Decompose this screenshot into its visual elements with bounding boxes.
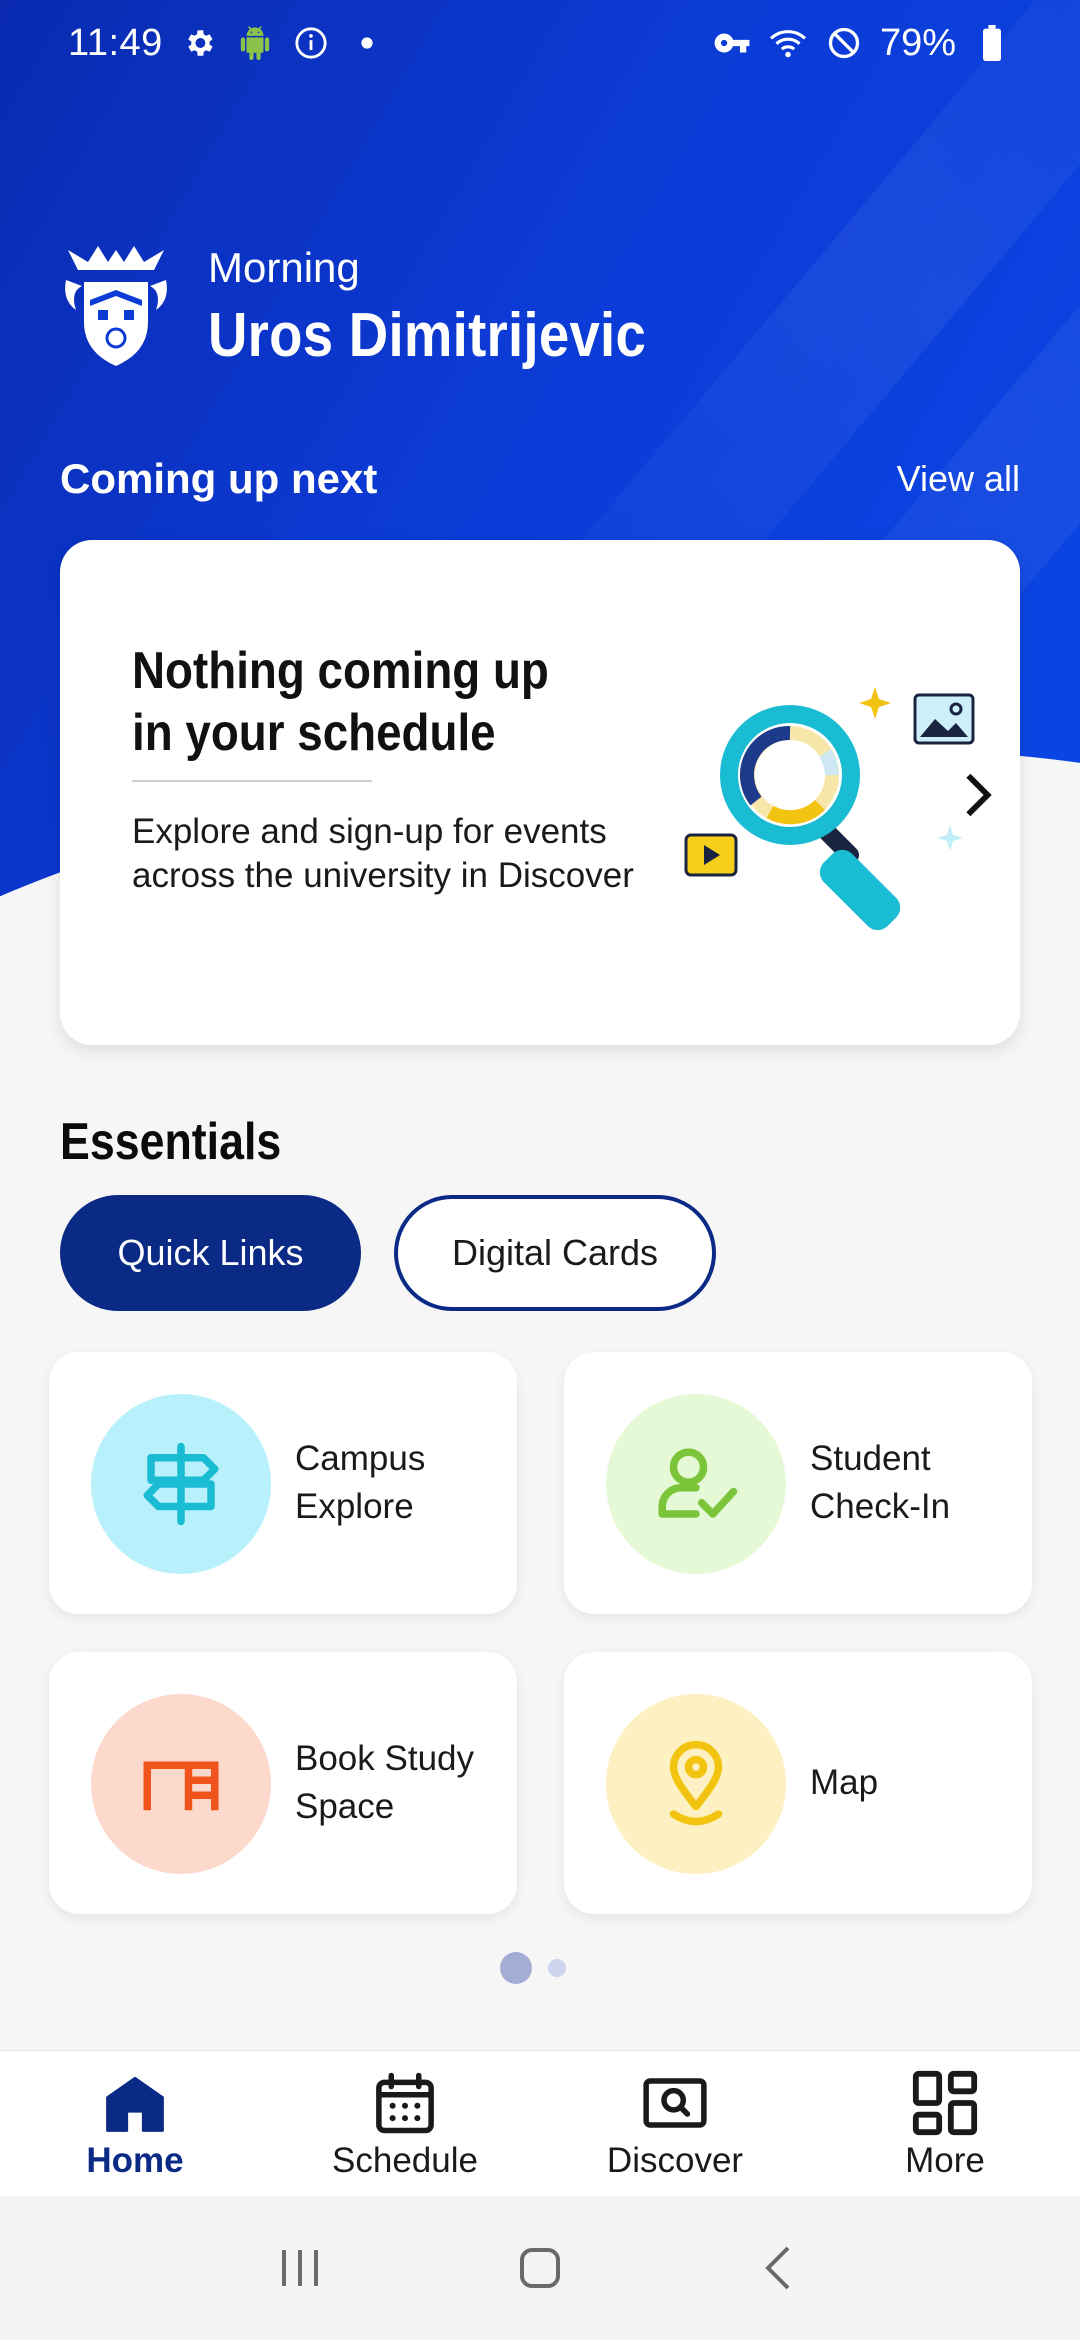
chip-quick-links[interactable]: Quick Links [60,1195,361,1311]
tile-student-check-in[interactable]: Student Check-In [564,1352,1032,1614]
page-dot[interactable] [548,1959,566,1977]
view-all-link[interactable]: View all [897,458,1020,500]
nav-label: Home [86,2141,184,2180]
recent-apps-button[interactable] [260,2228,340,2308]
chip-digital-cards[interactable]: Digital Cards [394,1195,716,1311]
coming-up-card[interactable]: Nothing coming up in your schedule Explo… [60,540,1020,1045]
page-dot-active [500,1952,532,1984]
user-check-icon [606,1394,786,1574]
card-title: Nothing coming up in your schedule [132,642,549,762]
coming-up-header: Coming up next View all [60,455,1020,503]
map-pin-icon [606,1694,786,1874]
university-crest-logo [58,240,174,370]
card-body: Explore and sign-up for events across th… [132,812,634,895]
back-button[interactable] [740,2228,820,2308]
do-not-disturb-icon [824,23,864,63]
tile-label: Campus Explore [295,1439,426,1526]
status-time: 11:49 [68,21,163,64]
greeting-text: Morning [208,244,360,291]
nav-more[interactable]: More [810,2051,1080,2196]
chevron-right-icon[interactable] [958,770,998,820]
info-icon [291,23,331,63]
tile-book-study-space[interactable]: Book Study Space [49,1652,517,1914]
status-bar: 11:49 79% [0,0,1080,86]
nav-home[interactable]: Home [0,2051,270,2196]
page-indicator [500,1952,566,1984]
grid-icon [909,2067,981,2139]
tile-label: Book Study Space [295,1739,474,1826]
battery-icon [972,23,1012,63]
gear-icon [179,23,219,63]
vpn-key-icon [712,23,752,63]
discover-icon [639,2067,711,2139]
battery-percent: 79% [879,21,956,64]
wifi-icon [768,23,808,63]
tile-campus-explore[interactable]: Campus Explore [49,1352,517,1614]
calendar-icon [369,2067,441,2139]
desk-icon [91,1694,271,1874]
essentials-title: Essentials [60,1113,282,1171]
tile-label: Map [810,1763,879,1802]
home-button[interactable] [500,2228,580,2308]
nav-label: Schedule [332,2141,478,2180]
search-illustration [670,675,990,935]
user-name: Uros Dimitrijevic [208,301,647,370]
dot-icon [347,23,387,63]
nav-discover[interactable]: Discover [540,2051,810,2196]
home-icon [99,2067,171,2139]
signpost-icon [91,1394,271,1574]
bottom-navigation: Home Schedule Discover More [0,2050,1080,2196]
nav-label: More [905,2141,985,2180]
system-navigation-bar [0,2196,1080,2340]
nav-schedule[interactable]: Schedule [270,2051,540,2196]
section-title: Coming up next [60,455,378,502]
card-divider [132,780,372,782]
tile-label: Student Check-In [810,1439,951,1526]
nav-label: Discover [606,2141,744,2180]
tile-map[interactable]: Map [564,1652,1032,1914]
android-icon [235,23,275,63]
